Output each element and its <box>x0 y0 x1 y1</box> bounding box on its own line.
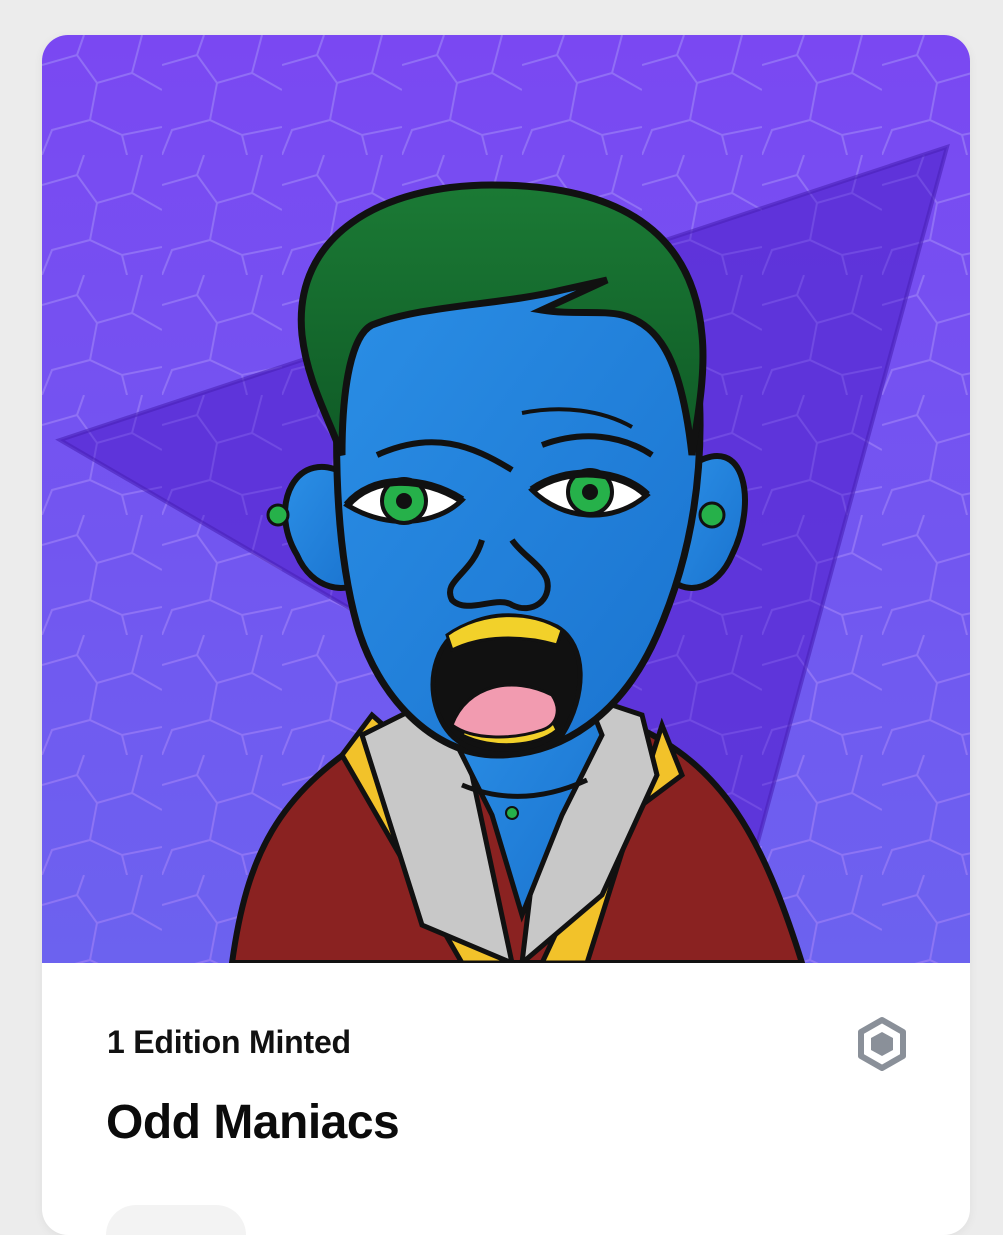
odd-maniac-character-image <box>42 35 970 963</box>
hexagon-chain-icon[interactable] <box>854 1016 910 1072</box>
card-meta-row: 1 Edition Minted <box>107 1017 907 1071</box>
edition-count: 1 Edition Minted <box>107 1024 351 1060</box>
nft-card[interactable]: 1 Edition Minted Odd Maniacs <box>42 35 970 1235</box>
collection-title[interactable]: Odd Maniacs <box>106 1095 400 1150</box>
nft-artwork[interactable] <box>42 35 970 963</box>
creator-avatar-pill[interactable] <box>106 1205 246 1235</box>
